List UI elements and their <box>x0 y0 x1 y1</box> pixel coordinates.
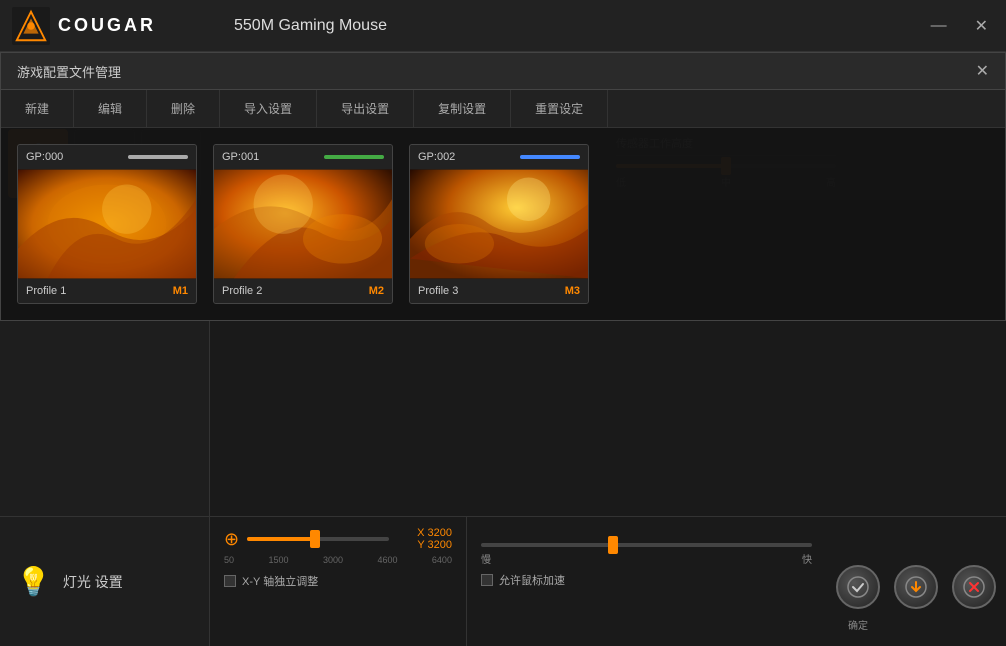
bottom-scale-50: 50 <box>224 555 234 565</box>
bottom-scale-4600: 4600 <box>377 555 397 565</box>
download-button[interactable] <box>894 565 938 609</box>
cancel-label <box>952 617 996 632</box>
xy-axis-checkbox[interactable] <box>224 575 236 587</box>
speed-fast-label: 快 <box>802 551 812 566</box>
title-bar: COUGAR 550M Gaming Mouse — ✕ <box>0 0 1006 52</box>
profile-card-2-footer: Profile 3 M3 <box>410 279 588 303</box>
bottom-scale-3000: 3000 <box>323 555 343 565</box>
bottom-dpi-section: ⊕ X 3200 Y 3200 50 1500 3000 4600 6400 X… <box>210 517 466 646</box>
profile-card-1-thumbnail <box>214 169 392 279</box>
profile-card-2-header: GP:002 <box>410 145 588 169</box>
mouse-accel-checkbox[interactable] <box>481 574 493 586</box>
overlay-close-button[interactable]: ✕ <box>976 61 989 81</box>
mouse-accel-label: 允许鼠标加速 <box>499 572 565 588</box>
logo-area: COUGAR <box>12 7 214 45</box>
bottom-y-value: Y 3200 <box>417 539 452 551</box>
profile-1-display-name: Profile 2 <box>222 285 262 297</box>
confirm-label: 确定 <box>836 617 880 632</box>
profile-card-2-thumbnail <box>410 169 588 279</box>
minimize-button[interactable]: — <box>925 15 953 37</box>
overlay-content: GP:000 <box>210 128 1005 320</box>
profile-2-display-name: Profile 3 <box>418 285 458 297</box>
light-setting-label: 灯光 设置 <box>63 572 123 592</box>
xy-axis-checkbox-row: X-Y 轴独立调整 <box>224 573 452 589</box>
mouse-accel-checkbox-row: 允许鼠标加速 <box>481 572 812 588</box>
profile-card-1-footer: Profile 2 M2 <box>214 279 392 303</box>
profile-card-2-indicator <box>520 155 580 159</box>
profile-card-1-id: GP:001 <box>222 151 259 163</box>
action-labels: 确定 <box>836 617 996 632</box>
crosshair-icon: ⊕ <box>224 529 239 550</box>
logo-text: COUGAR <box>58 15 156 36</box>
overlay-toolbar: 新建 编辑 删除 导入设置 导出设置 复制设置 重置设定 <box>210 90 1005 128</box>
confirm-button[interactable] <box>836 565 880 609</box>
profile-card-2-id: GP:002 <box>418 151 455 163</box>
tab-reset[interactable]: 重置设定 <box>511 90 608 127</box>
action-buttons <box>836 565 996 609</box>
profile-card-1[interactable]: GP:001 <box>213 144 393 304</box>
profile-card-1-indicator <box>324 155 384 159</box>
overlay-header: 游戏配置文件管理 ✕ <box>210 53 1005 90</box>
tab-import[interactable]: 导入设置 <box>220 90 317 127</box>
bottom-actions: 确定 <box>826 517 1006 646</box>
tab-export[interactable]: 导出设置 <box>317 90 414 127</box>
speed-slow-label: 慢 <box>481 551 491 566</box>
bottom-strip: 💡 灯光 设置 ⊕ X 3200 Y 3200 50 1500 3000 460… <box>0 516 1006 646</box>
bottom-sidebar: 💡 灯光 设置 <box>0 517 210 646</box>
xy-axis-label: X-Y 轴独立调整 <box>242 573 318 589</box>
speed-labels: 慢 快 <box>481 551 812 566</box>
profile-card-2[interactable]: GP:002 <box>409 144 589 304</box>
window-title: 550M Gaming Mouse <box>214 17 925 35</box>
close-button[interactable]: ✕ <box>969 14 994 38</box>
speed-slider[interactable] <box>481 543 812 547</box>
light-setting[interactable]: 💡 灯光 设置 <box>10 559 129 604</box>
profile-card-1-header: GP:001 <box>214 145 392 169</box>
light-setting-icon: 💡 <box>16 565 51 598</box>
bottom-scale-1500: 1500 <box>268 555 288 565</box>
cougar-logo-icon <box>12 7 50 45</box>
profile-1-mode-badge: M2 <box>369 285 384 297</box>
overlay-panel: 游戏配置文件管理 ✕ 新建 编辑 删除 导入设置 导出设置 复制设置 重置设定 … <box>210 52 1006 321</box>
cancel-button[interactable] <box>952 565 996 609</box>
window-controls: — ✕ <box>925 14 994 38</box>
bottom-x-value: X 3200 <box>417 527 452 539</box>
tab-copy[interactable]: 复制设置 <box>414 90 511 127</box>
bottom-speed-section: 慢 快 允许鼠标加速 <box>466 517 826 646</box>
tab-delete[interactable]: 删除 <box>210 90 220 127</box>
bottom-scale-6400: 6400 <box>432 555 452 565</box>
speed-slider-wrap: 慢 快 <box>481 543 812 566</box>
profile-2-mode-badge: M3 <box>565 285 580 297</box>
download-label <box>894 617 938 632</box>
